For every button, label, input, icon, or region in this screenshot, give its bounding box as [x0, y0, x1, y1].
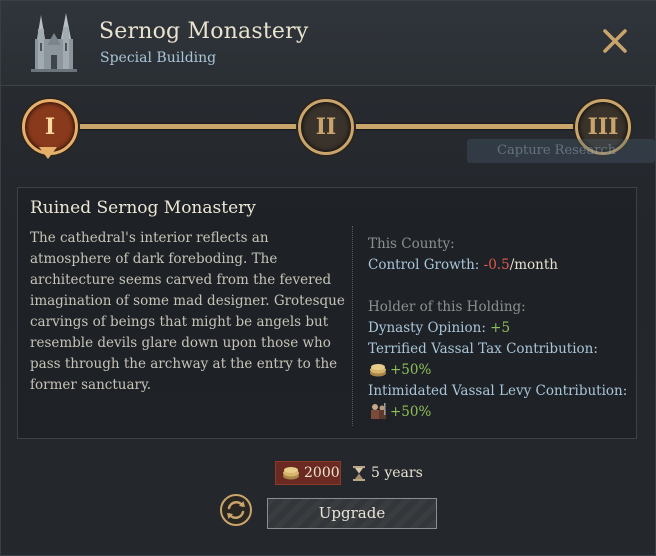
gold-cost-badge: 2000: [275, 461, 341, 485]
upgrade-button[interactable]: Upgrade: [267, 498, 437, 529]
build-time-value: 5 years: [371, 465, 423, 481]
cathedral-icon: [31, 13, 77, 72]
levy-contribution-label: Intimidated Vassal Levy Contribution:: [368, 383, 628, 399]
gold-coins-icon: [370, 364, 386, 377]
control-growth-value: -0.5: [483, 257, 510, 273]
dynasty-opinion-label: Dynasty Opinion:: [368, 320, 491, 336]
building-type: Special Building: [100, 50, 217, 66]
panel-header: Sernog Monastery Special Building: [1, 1, 656, 86]
control-growth-unit: /month: [509, 257, 558, 273]
dynasty-opinion-value: +5: [490, 320, 511, 336]
levy-contribution-value: +50%: [390, 404, 432, 420]
hourglass-icon: [353, 466, 365, 481]
county-header: This County:: [368, 236, 455, 252]
tier-description: The cathedral's interior reflects an atm…: [30, 230, 345, 393]
tier-2-button[interactable]: II: [298, 99, 354, 155]
details-divider: [352, 226, 353, 426]
refresh-icon[interactable]: [219, 493, 253, 527]
dynasty-opinion-row: Dynasty Opinion: +5: [368, 318, 630, 339]
building-title: Sernog Monastery: [99, 19, 309, 44]
holder-header: Holder of this Holding:: [368, 299, 526, 315]
levy-soldiers-icon: [371, 403, 386, 419]
background-tooltip: Capture Research: [467, 139, 655, 163]
tax-contribution-label: Terrified Vassal Tax Contribution:: [368, 341, 598, 357]
levy-contribution-row: +50%: [368, 402, 630, 423]
tax-contribution-value: +50%: [390, 362, 432, 378]
close-icon[interactable]: [599, 25, 631, 57]
building-panel: Sernog Monastery Special Building I II I…: [0, 0, 656, 556]
tier-title: Ruined Sernog Monastery: [30, 198, 256, 218]
build-time: 5 years: [351, 461, 423, 485]
effects-list: This County: Control Growth: -0.5/month …: [368, 234, 630, 423]
gold-cost-value: 2000: [304, 465, 340, 481]
tier-details: Ruined Sernog Monastery The cathedral's …: [17, 187, 637, 439]
control-growth-row: Control Growth: -0.5/month: [368, 255, 630, 276]
tier-pointer: [39, 147, 57, 159]
gold-coins-icon: [283, 467, 299, 480]
tax-contribution-row: +50%: [368, 360, 630, 381]
control-growth-label: Control Growth:: [368, 257, 484, 273]
